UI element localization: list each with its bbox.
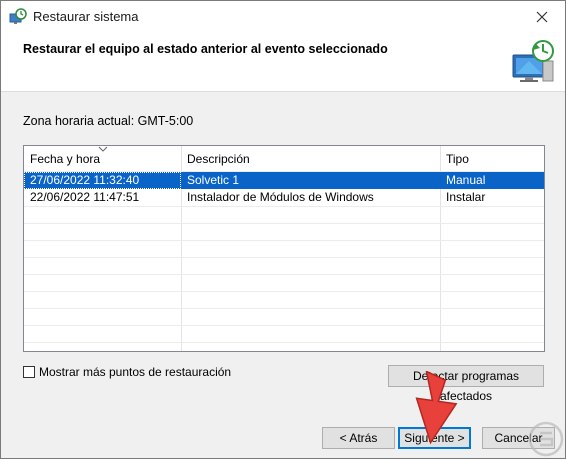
- restore-points-list[interactable]: Fecha y hora Descripción Tipo 27/06/2022…: [23, 145, 545, 352]
- back-button[interactable]: < Atrás: [322, 427, 395, 449]
- cell-description: Solvetic 1: [187, 173, 240, 187]
- column-header-date[interactable]: Fecha y hora: [24, 146, 181, 171]
- timezone-label: Zona horaria actual: GMT-5:00: [23, 114, 194, 128]
- grid-line: [24, 342, 544, 343]
- window-title: Restaurar sistema: [33, 9, 139, 24]
- checkbox-box[interactable]: [23, 366, 35, 378]
- show-more-label: Mostrar más puntos de restauración: [39, 365, 232, 379]
- close-button[interactable]: [519, 1, 565, 33]
- grid-line: [24, 257, 544, 258]
- grid-line: [24, 325, 544, 326]
- cell-type: Instalar: [446, 190, 486, 204]
- close-icon: [536, 11, 548, 23]
- header-title: Restaurar el equipo al estado anterior a…: [23, 42, 388, 56]
- next-button[interactable]: Siguiente >: [398, 427, 471, 449]
- column-header-type[interactable]: Tipo: [440, 146, 544, 171]
- cell-date: 22/06/2022 11:47:51: [30, 190, 140, 204]
- column-header-description[interactable]: Descripción: [181, 146, 440, 171]
- cell-type: Manual: [446, 173, 486, 187]
- grid-line: [24, 291, 544, 292]
- watermark-logo-icon: [528, 421, 564, 457]
- restore-window: Restaurar sistema Restaurar el equipo al…: [0, 0, 566, 459]
- grid-line: [24, 274, 544, 275]
- show-more-checkbox[interactable]: Mostrar más puntos de restauración: [23, 364, 231, 380]
- table-row[interactable]: 22/06/2022 11:47:51 Instalador de Módulo…: [24, 189, 544, 206]
- cell-description: Instalador de Módulos de Windows: [187, 190, 374, 204]
- title-bar: Restaurar sistema: [1, 1, 565, 33]
- header-band: Restaurar el equipo al estado anterior a…: [1, 33, 565, 92]
- system-restore-icon: [512, 40, 554, 82]
- cell-date: 27/06/2022 11:32:40: [24, 172, 181, 189]
- detect-programs-button[interactable]: Detectar programas afectados: [388, 365, 544, 403]
- table-row[interactable]: 27/06/2022 11:32:40 Solvetic 1 Manual: [24, 172, 544, 189]
- system-restore-small-icon: [9, 8, 27, 24]
- grid-line: [24, 206, 544, 207]
- grid-line: [24, 223, 544, 224]
- grid-line: [24, 308, 544, 309]
- grid-line: [24, 240, 544, 241]
